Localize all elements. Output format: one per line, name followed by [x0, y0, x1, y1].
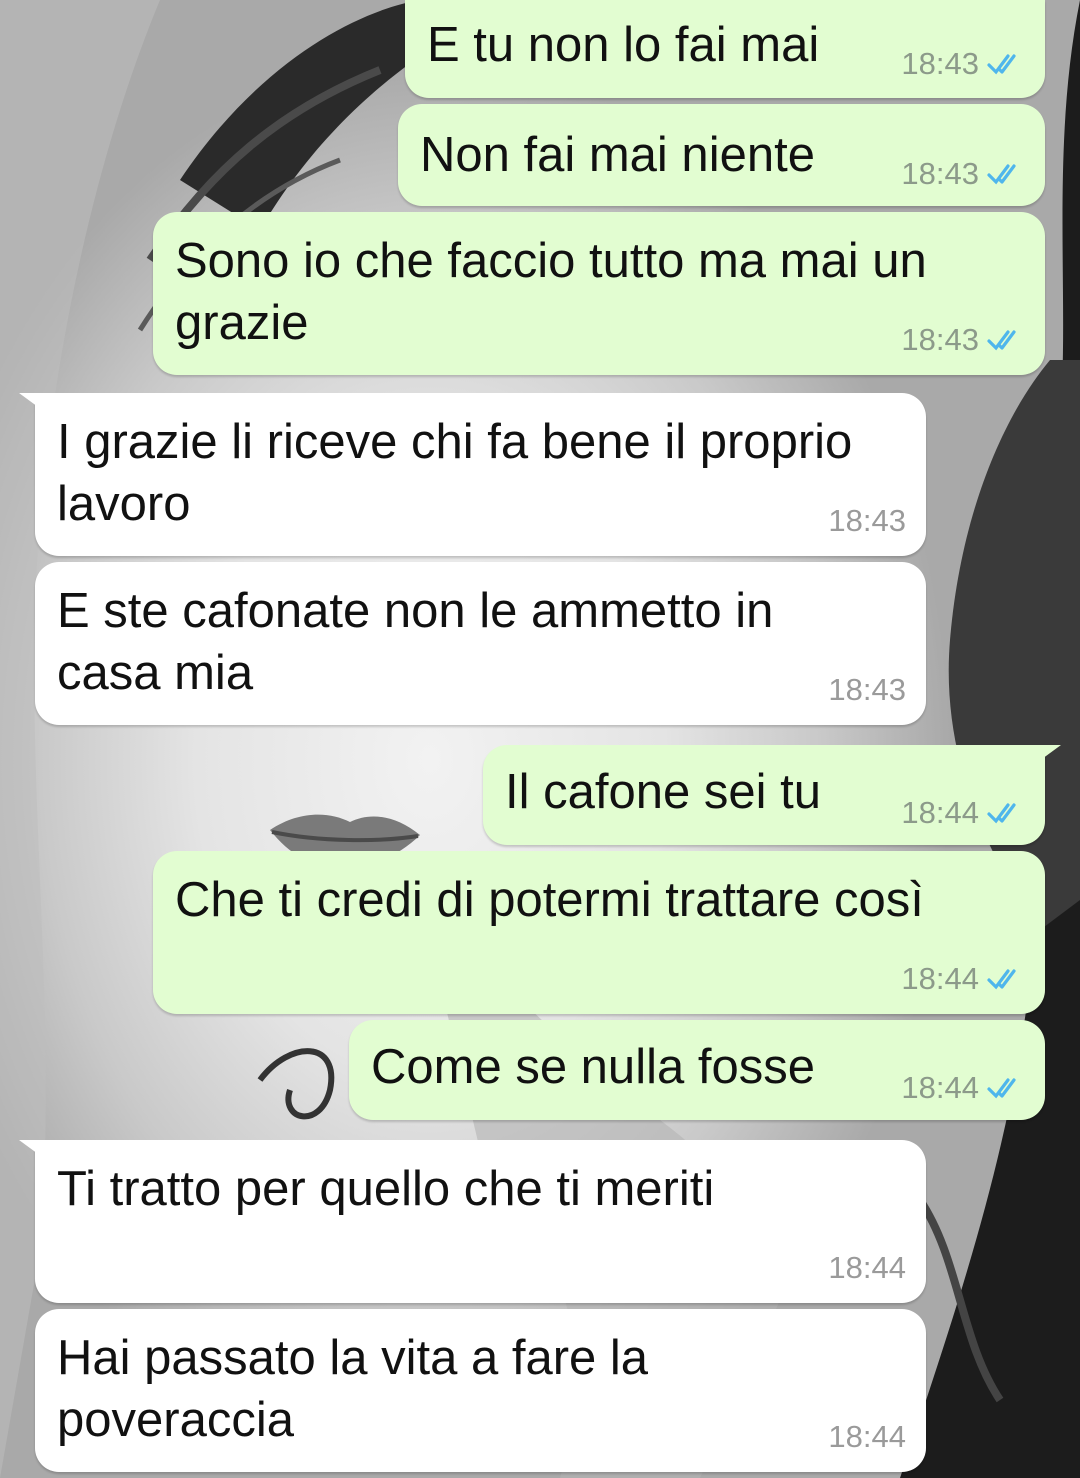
message-text: E tu non lo fai mai	[427, 18, 820, 72]
message-time: 18:44	[828, 1419, 906, 1454]
chat-conversation[interactable]: E tu non lo fai mai 18:43 Non fai mai ni…	[0, 0, 1080, 1478]
message-time: 18:44	[901, 961, 979, 996]
outgoing-message[interactable]: Non fai mai niente 18:43	[398, 104, 1045, 206]
message-time: 18:43	[901, 46, 979, 81]
message-text: E ste cafonate non le ammetto in casa mi…	[57, 584, 774, 700]
incoming-message[interactable]: Hai passato la vita a fare la poveraccia…	[35, 1309, 926, 1472]
message-text: Come se nulla fosse	[371, 1040, 815, 1094]
message-time: 18:43	[828, 503, 906, 538]
message-text: Che ti credi di potermi trattare così	[175, 873, 924, 927]
outgoing-message[interactable]: Sono io che faccio tutto ma mai un grazi…	[153, 212, 1045, 375]
outgoing-message[interactable]: E tu non lo fai mai 18:43	[405, 0, 1045, 98]
message-text: Hai passato la vita a fare la poveraccia	[57, 1331, 649, 1447]
incoming-message[interactable]: E ste cafonate non le ammetto in casa mi…	[35, 562, 926, 725]
message-text: I grazie li riceve chi fa bene il propri…	[57, 415, 853, 531]
message-text: Ti tratto per quello che ti meriti	[57, 1162, 715, 1216]
bubble-tail	[1031, 745, 1061, 767]
incoming-message[interactable]: I grazie li riceve chi fa bene il propri…	[19, 393, 926, 556]
message-time: 18:43	[901, 156, 979, 191]
double-check-icon	[987, 164, 1016, 185]
outgoing-message[interactable]: Il cafone sei tu 18:44	[483, 745, 1061, 845]
double-check-icon	[987, 803, 1016, 824]
double-check-icon	[987, 330, 1016, 351]
outgoing-message[interactable]: Che ti credi di potermi trattare così 18…	[153, 851, 1045, 1014]
message-time: 18:44	[901, 795, 979, 830]
message-time: 18:44	[828, 1250, 906, 1285]
incoming-message[interactable]: Ti tratto per quello che ti meriti 18:44	[19, 1140, 926, 1303]
double-check-icon	[987, 1078, 1016, 1099]
message-text: Sono io che faccio tutto ma mai un grazi…	[175, 234, 927, 350]
double-check-icon	[987, 54, 1016, 75]
double-check-icon	[987, 969, 1016, 990]
outgoing-message[interactable]: Come se nulla fosse 18:44	[349, 1020, 1045, 1120]
bubble-tail	[19, 1140, 49, 1162]
message-text: Non fai mai niente	[420, 128, 815, 182]
message-time: 18:44	[901, 1070, 979, 1105]
bubble-tail	[19, 393, 49, 415]
message-text: Il cafone sei tu	[505, 765, 821, 819]
message-time: 18:43	[901, 322, 979, 357]
message-time: 18:43	[828, 672, 906, 707]
